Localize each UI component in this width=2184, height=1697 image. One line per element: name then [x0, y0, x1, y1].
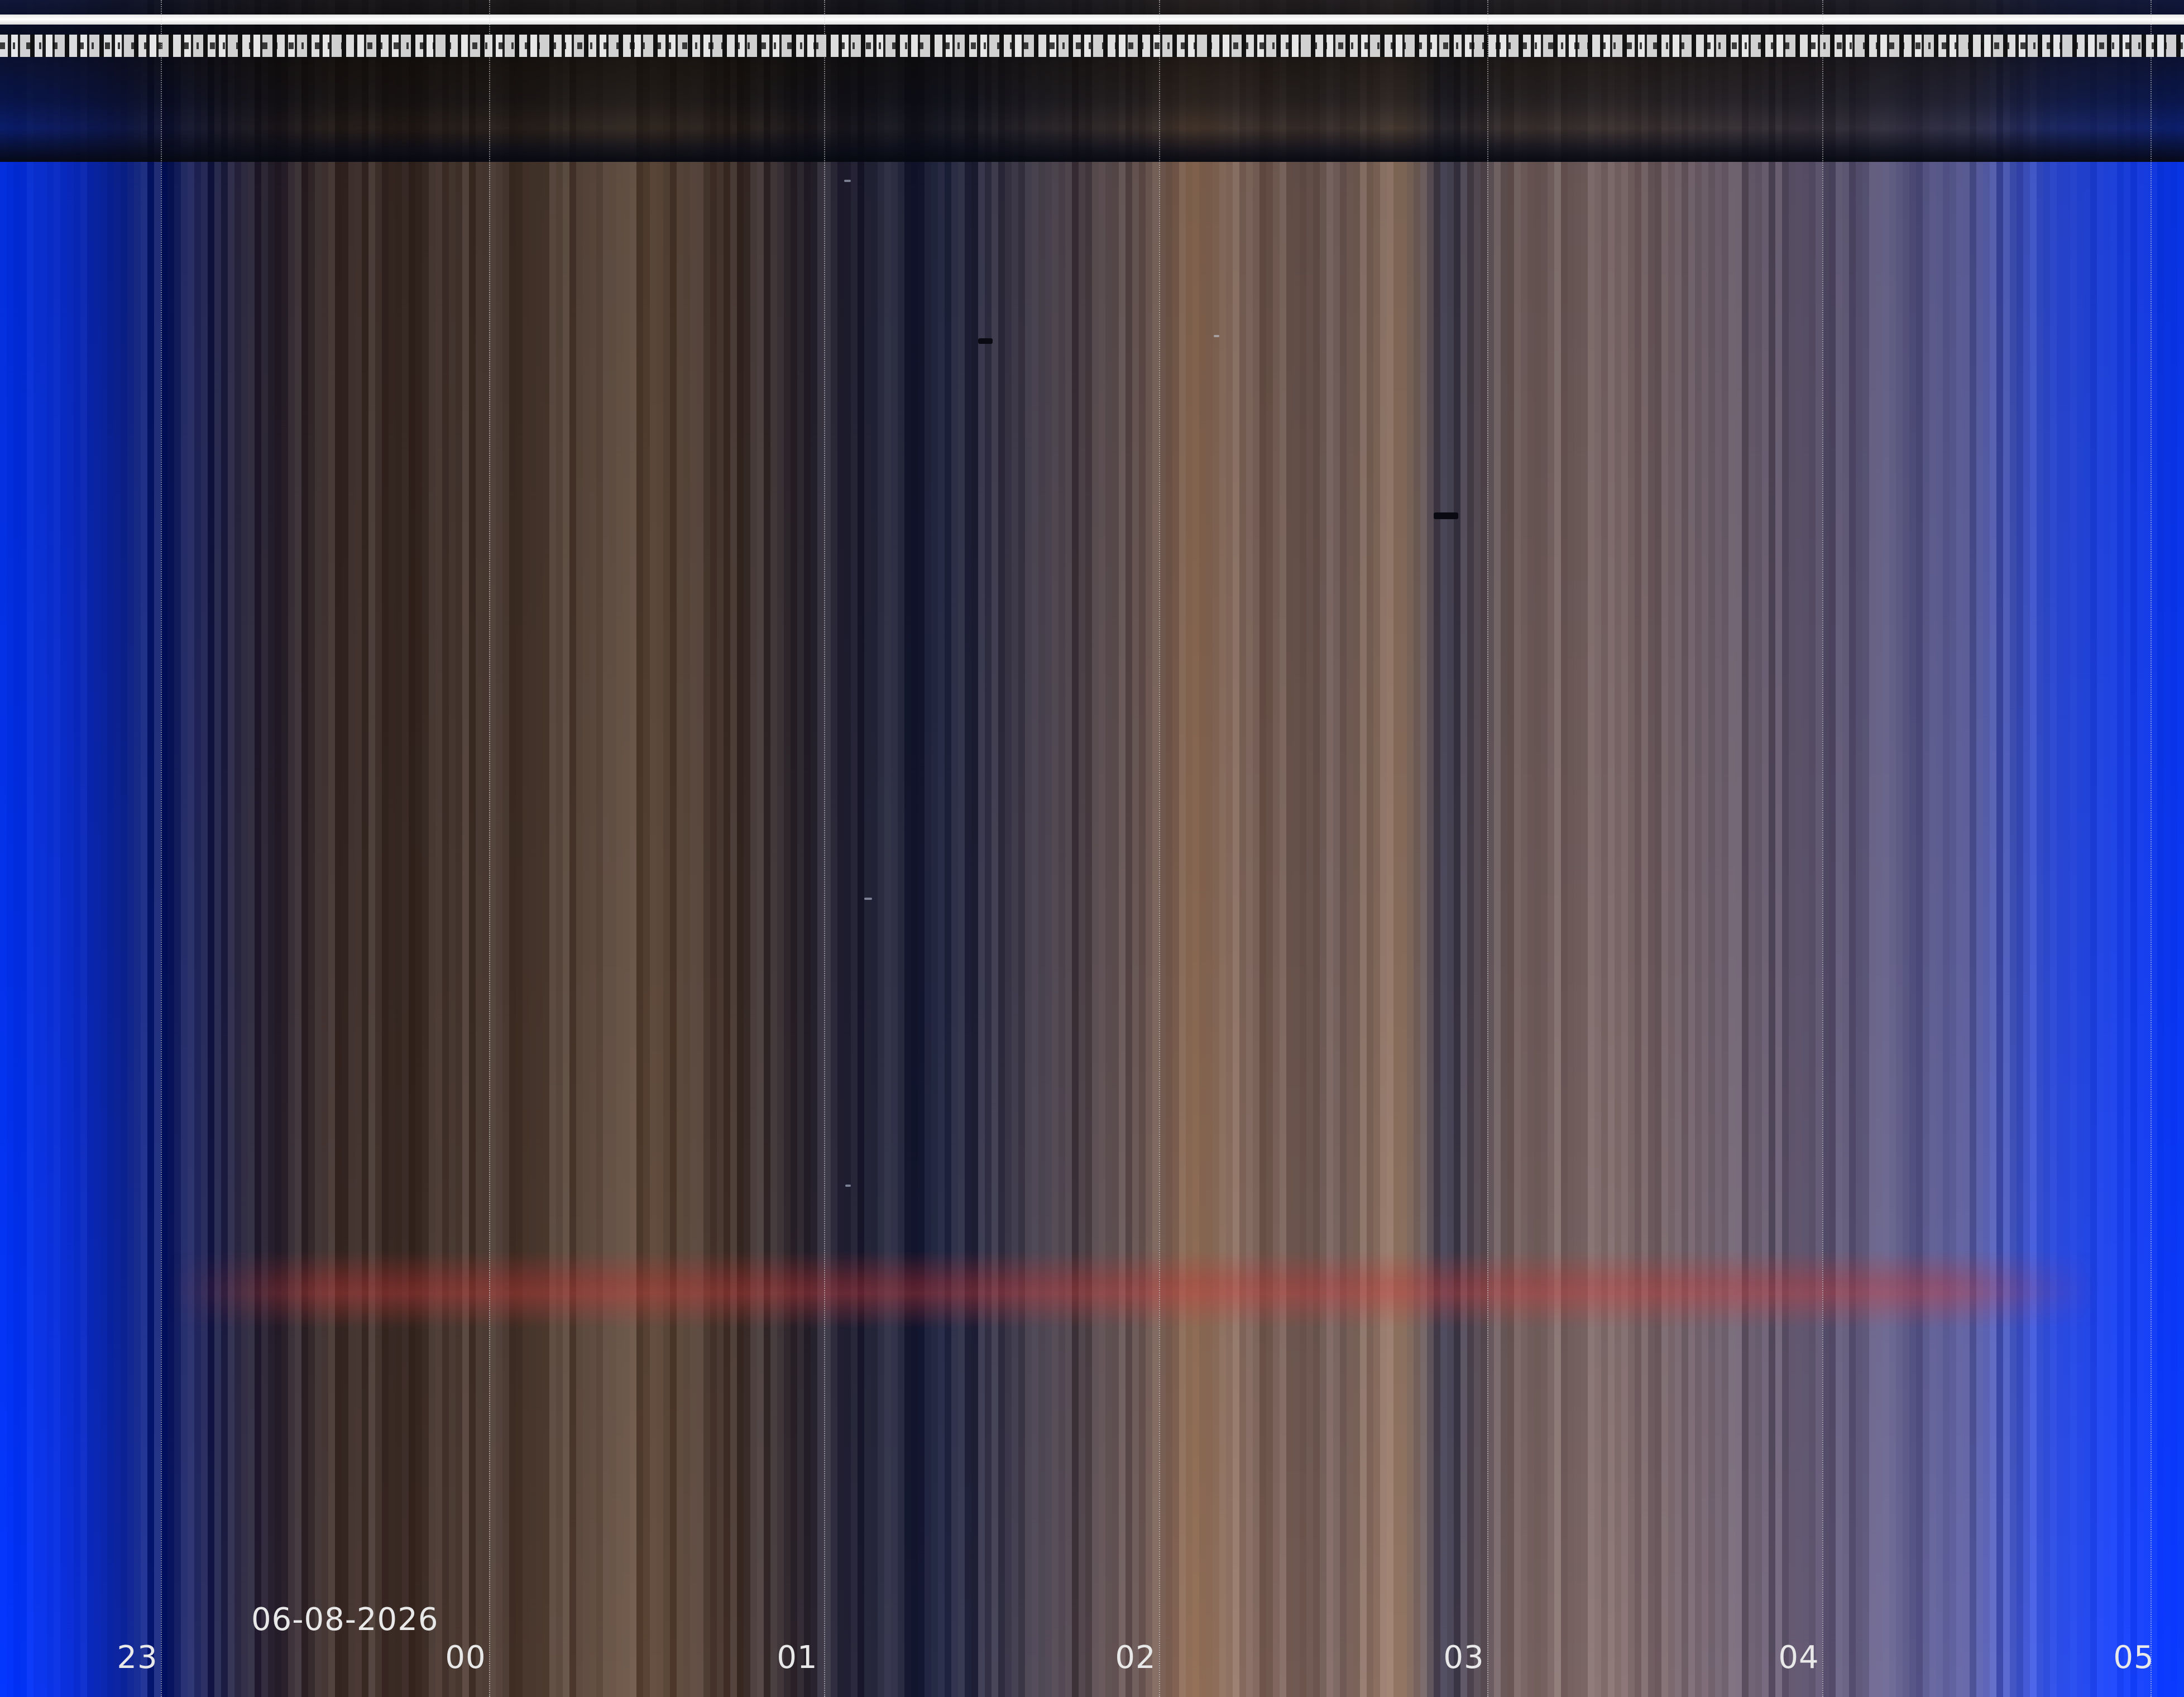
light-speck [1214, 335, 1219, 337]
hour-gridline [1487, 0, 1488, 1697]
date-label: 06-08-2026 [251, 1602, 439, 1638]
keogram-strip [2177, 0, 2184, 1697]
hour-label-05: 05 [2113, 1640, 2154, 1676]
keogram-strips [0, 0, 2184, 1697]
hour-gridline [2151, 0, 2152, 1697]
light-speck [844, 180, 851, 182]
hour-gridline [489, 0, 490, 1697]
hour-label-02: 02 [1115, 1640, 1156, 1676]
hour-gridline [824, 0, 825, 1697]
red-aurora-band [167, 1250, 2099, 1329]
hour-label-04: 04 [1778, 1640, 1819, 1676]
hour-gridline [1822, 0, 1823, 1697]
hour-gridline [1159, 0, 1160, 1697]
hour-label-03: 03 [1443, 1640, 1484, 1676]
hour-label-23: 23 [117, 1640, 158, 1676]
hour-label-01: 01 [777, 1640, 818, 1676]
hour-gridline [161, 0, 162, 1697]
header-white-line [0, 15, 2184, 25]
light-speck [864, 898, 872, 900]
dark-speck [1434, 512, 1458, 519]
header-code-strip-overlay [0, 42, 2184, 49]
keogram-image: 06-08-2026 23 00 01 02 03 04 05 [0, 0, 2184, 1697]
dark-speck [978, 338, 993, 344]
hour-label-00: 00 [445, 1640, 486, 1676]
light-speck [845, 1185, 851, 1187]
